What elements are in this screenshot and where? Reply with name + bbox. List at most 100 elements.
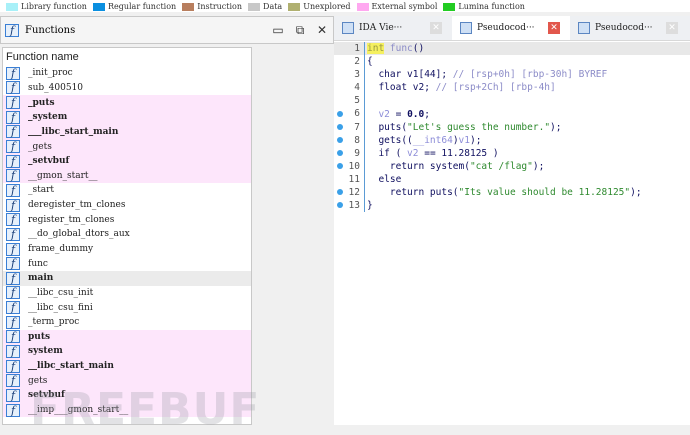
function-list-item[interactable]: f gets <box>3 373 251 389</box>
function-list-item[interactable]: f register_tm_clones <box>3 212 251 227</box>
function-list-item[interactable]: f __imp___gmon_start__ <box>3 402 251 418</box>
function-icon: f <box>6 183 20 197</box>
close-tab-icon[interactable]: ✕ <box>430 22 442 34</box>
code-text: return system("cat /flag"); <box>365 161 544 172</box>
code-line[interactable]: 11 else <box>334 172 690 187</box>
legend-label: External symbol <box>371 1 438 11</box>
function-icon: f <box>6 169 20 183</box>
code-text: int func() <box>365 43 425 55</box>
code-token: ); <box>470 134 482 146</box>
line-number: 9 <box>346 146 365 160</box>
function-icon: f <box>6 242 20 256</box>
function-icon: f <box>6 359 20 373</box>
code-text: puts("Let's guess the number."); <box>365 122 561 133</box>
breakpoint-gutter[interactable] <box>334 122 346 133</box>
float-icon[interactable]: ⧉ <box>289 23 311 38</box>
code-token: "cat /flag" <box>469 160 533 172</box>
function-list-item[interactable]: f _gets <box>3 139 251 154</box>
function-name: __libc_csu_fini <box>28 302 93 313</box>
code-token: () <box>412 43 425 55</box>
function-list-item[interactable]: f _term_proc <box>3 315 251 330</box>
breakpoint-gutter[interactable] <box>334 135 346 146</box>
function-list-item[interactable]: f _system <box>3 109 251 125</box>
tab-pseudocode[interactable]: Pseudocod··· ✕ <box>452 16 570 40</box>
code-token: func <box>384 43 413 55</box>
tab-ida-view[interactable]: IDA Vie··· ✕ <box>334 16 452 40</box>
breakpoint-dot-icon <box>337 202 343 209</box>
function-list-item[interactable]: f __libc_start_main <box>3 358 251 374</box>
breakpoint-gutter[interactable] <box>334 161 346 172</box>
function-list-item[interactable]: f _init_proc <box>3 66 251 81</box>
function-icon: f <box>6 66 20 80</box>
legend-label: Lumina function <box>458 1 525 11</box>
legend-swatch <box>6 2 18 11</box>
function-list-item[interactable]: f puts <box>3 329 251 345</box>
function-list-item[interactable]: f sub_400510 <box>3 81 251 96</box>
function-icon: f <box>6 388 20 402</box>
code-line[interactable]: 8 gets((__int64)v1); <box>334 133 690 147</box>
function-list-item[interactable]: f _setvbuf <box>3 153 251 169</box>
view-icon <box>342 22 354 34</box>
legend-item: Lumina function <box>443 2 525 11</box>
function-icon: f <box>6 125 20 139</box>
function-list-item[interactable]: f __do_global_dtors_aux <box>3 227 251 242</box>
code-token: = <box>389 108 408 120</box>
legend-item: Regular function <box>92 2 176 11</box>
breakpoint-gutter[interactable] <box>334 187 346 198</box>
function-list-item[interactable]: f main <box>3 270 251 286</box>
code-token: // [rsp+2Ch] [rbp-4h] <box>435 82 556 94</box>
code-text: else <box>365 174 401 185</box>
function-list-item[interactable]: f _puts <box>3 95 251 110</box>
breakpoint-gutter[interactable] <box>334 200 346 211</box>
tab-pseudocode[interactable]: Pseudocod··· ✕ <box>570 16 688 40</box>
code-token: v2 <box>407 147 419 159</box>
function-icon: f <box>6 154 20 168</box>
code-token: gets(( <box>367 134 413 146</box>
function-icon: f <box>6 227 20 241</box>
close-icon[interactable]: ✕ <box>311 23 333 37</box>
code-line[interactable]: 2{ <box>334 55 690 69</box>
pseudocode-panel: IDA Vie··· ✕ Pseudocod··· ✕ Pseudocod··· ✕ 1i… <box>334 16 690 425</box>
code-line[interactable]: 10 return system("cat /flag"); <box>334 159 690 173</box>
close-tab-icon[interactable]: ✕ <box>666 22 678 34</box>
function-icon: f <box>6 315 20 329</box>
breakpoint-gutter[interactable] <box>334 109 346 120</box>
function-name: main <box>28 273 54 284</box>
function-icon: f <box>6 403 20 417</box>
close-tab-icon[interactable]: ✕ <box>548 22 560 34</box>
tab-bar: IDA Vie··· ✕ Pseudocod··· ✕ Pseudocod··· ✕ <box>334 16 690 41</box>
code-line[interactable]: 12 return puts("Its value should be 11.2… <box>334 186 690 200</box>
function-list-item[interactable]: f ___libc_start_main <box>3 124 251 140</box>
function-list-item[interactable]: f __gmon_start__ <box>3 168 251 184</box>
code-line[interactable]: 6 v2 = 0.0; <box>334 107 690 121</box>
legend-item: Unexplored <box>288 2 351 11</box>
column-header-function-name[interactable]: Function name <box>3 48 251 66</box>
code-line[interactable]: 9 if ( v2 == 11.28125 ) <box>334 146 690 160</box>
function-list-item[interactable]: f system <box>3 344 251 359</box>
code-view[interactable]: 1 int func() 2{3 char v1[44]; // [rsp+0h] … <box>334 42 690 213</box>
function-list-item[interactable]: f setvbuf <box>3 388 251 403</box>
line-number: 8 <box>346 133 365 147</box>
function-list-item[interactable]: f frame_dummy <box>3 242 251 257</box>
code-line[interactable]: 7 puts("Let's guess the number."); <box>334 120 690 134</box>
legend-swatch <box>92 2 105 11</box>
function-list-item[interactable]: f __libc_csu_fini <box>3 300 251 315</box>
code-text: { <box>365 56 373 67</box>
code-line[interactable]: 5 <box>334 94 690 108</box>
function-list-item[interactable]: f func <box>3 256 251 271</box>
code-line[interactable]: 13} <box>334 199 690 213</box>
function-icon: f <box>6 257 20 271</box>
breakpoint-gutter[interactable] <box>334 148 346 159</box>
code-line[interactable]: 4 float v2; // [rsp+2Ch] [rbp-4h] <box>334 81 690 95</box>
code-token: v1 <box>458 134 470 146</box>
code-token: ; <box>424 108 430 120</box>
legend-swatch <box>182 2 195 11</box>
function-list-item[interactable]: f deregister_tm_clones <box>3 198 251 213</box>
function-list-item[interactable]: f _start <box>3 183 251 198</box>
code-line[interactable]: 1 int func() <box>334 42 690 56</box>
code-text: if ( v2 == 11.28125 ) <box>365 147 498 159</box>
function-name: __gmon_start__ <box>28 170 98 181</box>
maximize-icon[interactable]: ▭ <box>267 23 289 37</box>
function-list-item[interactable]: f __libc_csu_init <box>3 286 251 301</box>
code-line[interactable]: 3 char v1[44]; // [rsp+0h] [rbp-30h] BYR… <box>334 68 690 82</box>
